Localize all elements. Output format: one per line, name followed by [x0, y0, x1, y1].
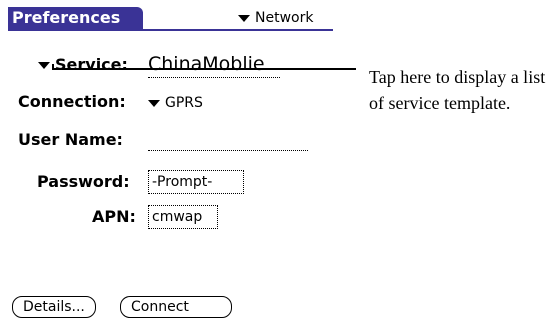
triangle-down-icon	[238, 14, 250, 22]
password-label: Password:	[37, 172, 130, 191]
service-label: Service:	[55, 55, 128, 74]
connection-label: Connection:	[18, 92, 126, 111]
details-button[interactable]: Details...	[12, 296, 96, 318]
palm-screen: Preferences Network Service: ChinaMoblie…	[0, 0, 335, 325]
title-divider	[8, 29, 333, 31]
password-selector[interactable]: -Prompt-	[148, 170, 244, 194]
callout-text: Tap here to display a list of service te…	[369, 67, 546, 113]
category-label: Network	[255, 10, 314, 26]
service-underline	[148, 77, 280, 78]
connection-picker[interactable]: GPRS	[148, 93, 203, 113]
category-picker[interactable]: Network	[238, 9, 313, 27]
triangle-down-icon	[148, 99, 160, 107]
callout-tick	[52, 64, 54, 70]
triangle-down-icon	[38, 62, 50, 69]
callout-line	[52, 68, 356, 70]
connect-button[interactable]: Connect	[120, 296, 232, 318]
username-label: User Name:	[18, 130, 123, 149]
service-value[interactable]: ChinaMoblie	[148, 53, 265, 75]
apn-field[interactable]: cmwap	[148, 205, 218, 229]
app-title: Preferences	[8, 7, 143, 29]
apn-label: APN:	[92, 207, 136, 226]
username-underline	[148, 150, 308, 151]
username-field[interactable]	[148, 130, 308, 150]
connection-value: GPRS	[165, 95, 203, 111]
